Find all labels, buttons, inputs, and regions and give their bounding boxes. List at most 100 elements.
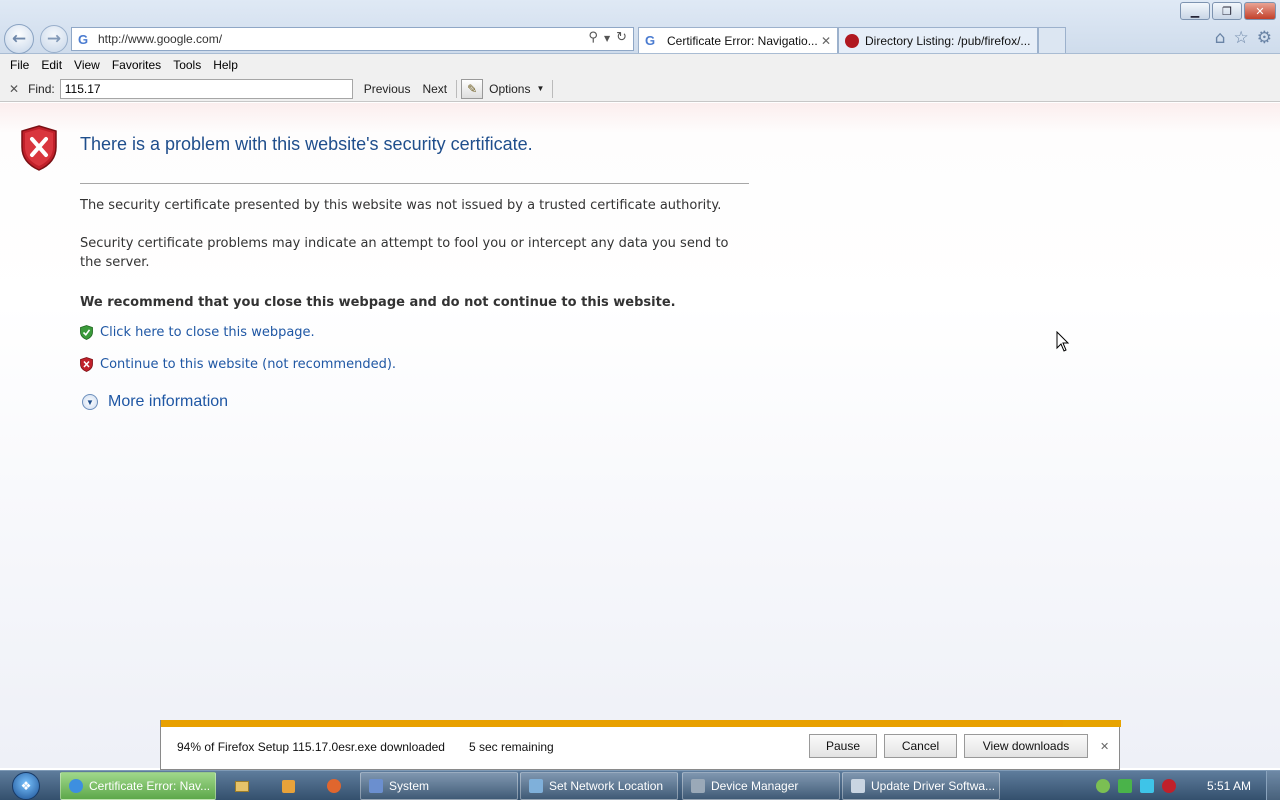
security-center-icon[interactable] [1096,779,1110,793]
network-icon [529,779,543,793]
pause-button[interactable]: Pause [809,734,877,758]
find-bar: ✕ Find: Previous Next ✎ Options ▼ [0,76,1280,102]
tab-directory-listing[interactable]: Directory Listing: /pub/firefox/... [838,27,1038,53]
continue-website-link[interactable]: Continue to this website (not recommende… [100,357,396,372]
options-label: Options [489,81,531,96]
menu-help[interactable]: Help [207,58,244,72]
find-close-icon[interactable]: ✕ [9,82,19,96]
tab-label: Certificate Error: Navigatio... [667,33,817,48]
taskbar-item-ie[interactable]: Certificate Error: Nav... [60,772,216,800]
tab-close-icon[interactable]: ✕ [821,34,831,48]
tab-label: Directory Listing: /pub/firefox/... [865,33,1031,48]
tab-certificate-error[interactable]: G Certificate Error: Navigatio... ✕ [638,27,838,53]
chevron-down-icon: ▼ [536,84,545,93]
google-g-icon: G [645,33,656,48]
taskbar-item-network[interactable]: Set Network Location [520,772,678,800]
mozilla-dino-icon [845,33,859,48]
address-url[interactable]: http://www.google.com/ [98,32,222,46]
view-downloads-button[interactable]: View downloads [964,734,1088,758]
find-label: Find: [28,81,55,96]
find-input[interactable] [59,78,353,99]
taskbar-item-label: System [389,779,430,793]
find-options-button[interactable]: Options ▼ [489,82,544,96]
taskbar-item-label: Certificate Error: Nav... [89,779,211,793]
divider [456,79,458,98]
battery-icon[interactable] [1118,779,1132,793]
refresh-icon[interactable]: ↻ [616,30,627,48]
network-tray-icon[interactable] [1140,779,1154,793]
mouse-pointer-icon [1056,331,1070,352]
menu-file[interactable]: File [4,58,35,72]
taskbar-item-system[interactable]: System [360,772,518,800]
media-player-icon[interactable] [276,774,300,798]
close-webpage-link[interactable]: Click here to close this webpage. [100,325,315,340]
menu-view[interactable]: View [68,58,106,72]
system-icon [369,779,383,793]
taskbar-item-update-driver[interactable]: Update Driver Softwa... [842,772,1000,800]
highlight-pencil-icon[interactable]: ✎ [461,78,484,99]
new-tab-button[interactable] [1038,27,1066,53]
find-previous-button[interactable]: Previous [363,82,412,96]
back-button[interactable]: ← [4,24,34,54]
browser-right-icons: ⌂ ☆ ⚙ [1215,28,1272,48]
taskbar-item-label: Update Driver Softwa... [871,779,996,793]
red-shield-icon [80,357,93,372]
forward-arrow-icon: → [46,29,62,49]
continue-link-row[interactable]: Continue to this website (not recommende… [80,357,396,372]
menu-favorites[interactable]: Favorites [106,58,167,72]
more-information-toggle[interactable]: ▼ More information [82,393,228,411]
ie-icon [69,779,83,793]
home-icon[interactable]: ⌂ [1215,28,1226,48]
restore-button[interactable]: ❐ [1212,2,1242,20]
forward-button[interactable]: → [40,25,68,53]
close-webpage-link-row[interactable]: Click here to close this webpage. [80,325,315,340]
address-bar[interactable]: G http://www.google.com/ ⚲ ▼ ↻ [71,27,634,51]
download-status: 94% of Firefox Setup 115.17.0esr.exe dow… [177,740,445,754]
browser-toolbar: ▁ ❐ ✕ ← → G http://www.google.com/ ⚲ ▼ ↻… [0,0,1280,54]
minimize-button[interactable]: ▁ [1180,2,1210,20]
close-icon: ✕ [1255,4,1265,18]
error-warning: Security certificate problems may indica… [80,236,729,270]
favorites-star-icon[interactable]: ☆ [1234,28,1249,48]
window-controls: ▁ ❐ ✕ [1180,2,1276,20]
find-next-button[interactable]: Next [421,82,448,96]
menu-bar: File Edit View Favorites Tools Help [0,54,1280,76]
page-title: There is a problem with this website's s… [80,134,533,154]
download-progress-fill [161,720,1064,727]
windows-logo-icon: ❖ [12,772,40,800]
download-notification-bar: 94% of Firefox Setup 115.17.0esr.exe dow… [160,720,1121,770]
error-description: The security certificate presented by th… [80,198,722,213]
taskbar-item-label: Device Manager [711,779,799,793]
dropdown-arrow-icon[interactable]: ▼ [604,30,610,48]
device-manager-icon [691,779,705,793]
divider [552,79,554,98]
close-icon[interactable]: ✕ [1100,740,1109,753]
explorer-folder-icon[interactable] [230,774,254,798]
google-g-icon: G [78,31,89,47]
menu-edit[interactable]: Edit [35,58,68,72]
close-window-button[interactable]: ✕ [1244,2,1276,20]
firefox-installer-icon[interactable] [322,774,346,798]
download-time-remaining: 5 sec remaining [469,740,554,754]
recommendation-text: We recommend that you close this webpage… [80,295,676,310]
volume-icon[interactable] [1162,779,1176,793]
taskbar: ❖ Certificate Error: Nav... System Set N… [0,770,1280,800]
start-button[interactable]: ❖ [6,771,46,800]
driver-icon [851,779,865,793]
menu-tools[interactable]: Tools [167,58,207,72]
address-bar-icons: ⚲ ▼ ↻ [588,30,627,48]
green-shield-icon [80,325,93,340]
expand-chevron-icon: ▼ [82,394,98,410]
show-desktop-button[interactable] [1266,771,1280,800]
search-icon[interactable]: ⚲ [588,30,598,48]
minimize-icon: ▁ [1190,4,1200,18]
download-progress-bar [161,720,1121,727]
page-content: There is a problem with this website's s… [0,103,1280,768]
restore-icon: ❐ [1222,4,1232,18]
gear-icon[interactable]: ⚙ [1257,28,1272,48]
taskbar-item-label: Set Network Location [549,779,664,793]
error-shield-icon [21,125,57,171]
taskbar-item-device-manager[interactable]: Device Manager [682,772,840,800]
clock[interactable]: 5:51 AM [1207,779,1251,793]
cancel-button[interactable]: Cancel [884,734,957,758]
